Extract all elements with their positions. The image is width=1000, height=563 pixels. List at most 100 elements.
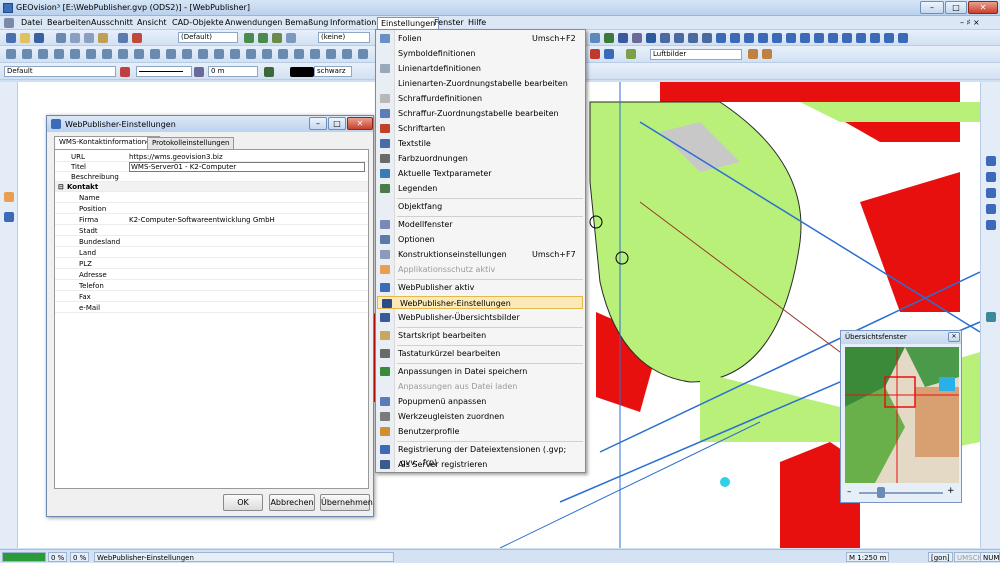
menu-einstellungen[interactable]: Einstellungen [377,17,440,29]
zoom-in-icon[interactable] [986,156,996,166]
aerial-settings-icon[interactable] [748,49,758,59]
apply-button[interactable]: Übernehmen [320,494,373,511]
menu-item-webpublisher-einstellungen[interactable]: WebPublisher-Einstellungen [377,296,583,309]
polyline-icon[interactable] [38,49,48,59]
arc-icon[interactable] [54,49,64,59]
maximize-button[interactable]: □ [945,1,967,14]
row-telefon[interactable]: Telefon [55,281,368,291]
menu-cad-objekte[interactable]: CAD-Objekte [169,17,227,29]
redo-icon[interactable] [132,33,142,43]
overview-zoom-plus[interactable]: + [947,486,955,496]
menu-bemassung[interactable]: Bemaßung [282,17,331,29]
cancel-button[interactable]: Abbrechen [269,494,315,511]
overview-zoom-minus[interactable]: – [847,487,852,497]
circle-icon[interactable] [70,49,80,59]
menu-item-symboldefinitionen[interactable]: Symboldefinitionen [376,47,585,60]
category-kontakt[interactable]: ⊟ Kontakt [55,182,368,192]
menu-item-als-server-registrieren[interactable]: Als Server registrieren [376,458,585,471]
menu-item-textstile[interactable]: Textstile [376,137,585,150]
row-name[interactable]: Name [55,193,368,203]
tool18-icon[interactable] [828,33,838,43]
left-tool-1-icon[interactable] [4,192,14,202]
select-icon[interactable] [278,49,288,59]
menu-item-benutzerprofile[interactable]: Benutzerprofile [376,425,585,438]
menu-item-optionen[interactable]: Optionen [376,233,585,246]
menu-ansicht[interactable]: Ansicht [134,17,170,29]
left-tool-2-icon[interactable] [4,212,14,222]
dialog-close-button[interactable]: ✕ [347,117,373,130]
zoom-window-icon[interactable] [986,188,996,198]
tool22-icon[interactable] [884,33,894,43]
row-titel[interactable]: Titel WMS-Server01 - K2-Computer [55,162,368,172]
width-icon[interactable] [194,67,204,77]
tool7-icon[interactable] [674,33,684,43]
menu-item-anpassungen-in-datei-speichern[interactable]: Anpassungen in Datei speichern [376,365,585,378]
rotate-icon[interactable] [310,49,320,59]
menu-item-linienartdefinitionen[interactable]: Linienartdefinitionen [376,62,585,75]
menu-fenster[interactable]: Fenster [431,17,467,29]
status-unit[interactable]: [gon] [928,552,953,562]
layer2-icon[interactable] [258,33,268,43]
menu-item-registrierung-der-dateiextensionen-gvp-gvv-frp[interactable]: Registrierung der Dateiextensionen (.gvp… [376,443,585,467]
tool9-icon[interactable] [702,33,712,43]
tool5-icon[interactable] [646,33,656,43]
layer-combo[interactable]: (keine) [318,32,370,43]
polygon-icon[interactable] [102,49,112,59]
menu-bearbeiten[interactable]: Bearbeiten [44,17,94,29]
row-url[interactable]: URL https://wms.geovision3.biz [55,152,368,162]
text-icon[interactable] [150,49,160,59]
tool20-icon[interactable] [856,33,866,43]
row-email[interactable]: e-Mail [55,303,368,313]
tool21-icon[interactable] [870,33,880,43]
ok-button[interactable]: OK [223,494,263,511]
mirror-icon[interactable] [342,49,352,59]
color-combo[interactable]: schwarz [314,66,352,77]
minimize-button[interactable]: – [920,1,944,14]
menu-item-schriftarten[interactable]: Schriftarten [376,122,585,135]
doc-icon[interactable] [4,18,14,28]
move-icon[interactable] [294,49,304,59]
overview-zoom-track[interactable] [859,492,943,494]
paste-icon[interactable] [98,33,108,43]
layer3-icon[interactable] [272,33,282,43]
tool4-icon[interactable] [632,33,642,43]
value-url[interactable]: https://wms.geovision3.biz [129,152,365,162]
dialog-maximize-button[interactable]: □ [328,117,346,130]
scale-icon[interactable] [326,49,336,59]
edit-icon[interactable] [604,49,614,59]
menu-item-legenden[interactable]: Legenden [376,182,585,195]
print-icon[interactable] [56,33,66,43]
color-icon[interactable] [264,67,274,77]
hatch-icon[interactable] [134,49,144,59]
menu-item-webpublisher-aktiv[interactable]: WebPublisher aktiv [376,281,585,294]
close-button[interactable]: ✕ [968,1,998,14]
row-beschreibung[interactable]: Beschreibung [55,172,368,182]
menu-item-objektfang[interactable]: Objektfang [376,200,585,213]
line-icon[interactable] [22,49,32,59]
menu-information[interactable]: Information [327,17,379,29]
menu-item-konstruktionseinstellungen[interactable]: Konstruktionseinstellungen Umsch+F7 [376,248,585,261]
overview-zoom-thumb[interactable] [877,487,885,498]
tool16-icon[interactable] [800,33,810,43]
overview-close-button[interactable]: ✕ [948,332,960,342]
menu-item-popupmenü-anpassen[interactable]: Popupmenü anpassen [376,395,585,408]
menu-hilfe[interactable]: Hilfe [465,17,489,29]
menu-item-linienarten-zuordnungstabelle-bearbeiten[interactable]: Linienarten-Zuordnungstabelle bearbeiten [376,77,585,90]
row-position[interactable]: Position [55,204,368,214]
tool13-icon[interactable] [758,33,768,43]
delete-icon[interactable] [590,49,600,59]
row-land[interactable]: Land [55,248,368,258]
size-combo[interactable]: 0 m [208,66,258,77]
open-icon[interactable] [20,33,30,43]
grid-icon[interactable] [214,49,224,59]
aerial-combo[interactable]: Luftbilder [650,49,742,60]
menu-item-schraffurdefinitionen[interactable]: Schraffurdefinitionen [376,92,585,105]
cut-icon[interactable] [70,33,80,43]
layer4-icon[interactable] [286,33,296,43]
style-icon[interactable] [120,67,130,77]
new-icon[interactable] [6,33,16,43]
row-adresse[interactable]: Adresse [55,270,368,280]
default-combo[interactable]: Default [4,66,116,77]
collapse-icon[interactable]: ⊟ [58,182,64,192]
tool12-icon[interactable] [744,33,754,43]
